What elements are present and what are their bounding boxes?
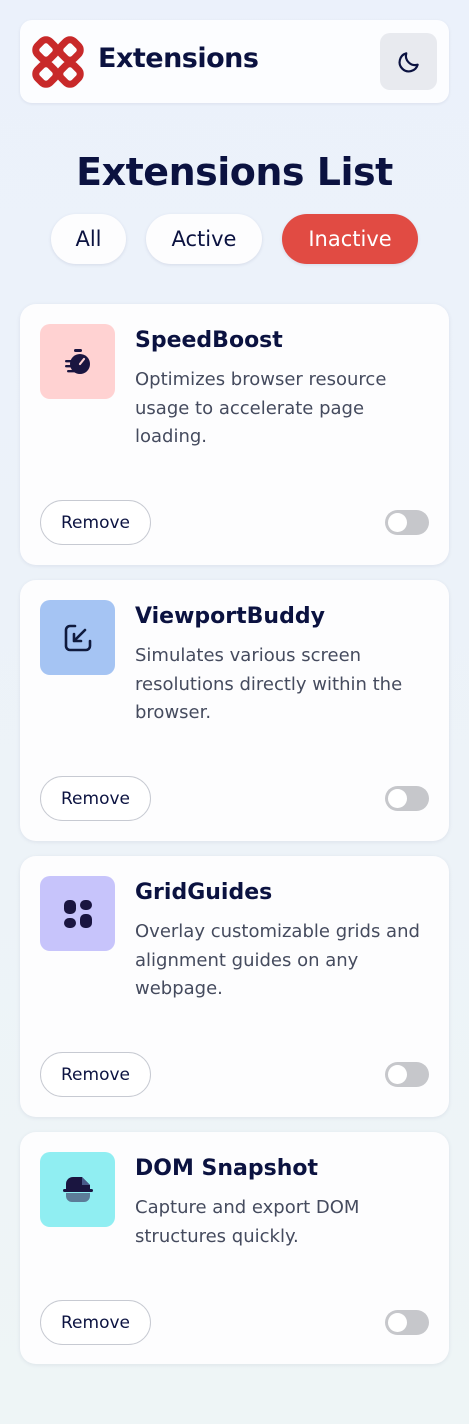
theme-toggle-button[interactable] xyxy=(380,33,437,90)
toggle-knob xyxy=(388,1313,407,1332)
resize-arrow-icon xyxy=(64,624,91,651)
filter-all-button[interactable]: All xyxy=(51,214,126,264)
extension-toggle[interactable] xyxy=(385,510,429,535)
grid-icon xyxy=(63,899,92,928)
remove-button[interactable]: Remove xyxy=(40,1052,151,1097)
extension-icon-tile xyxy=(40,600,115,675)
extension-icon-tile xyxy=(40,1152,115,1227)
extension-name: DOM Snapshot xyxy=(135,1156,319,1181)
extension-toggle[interactable] xyxy=(385,1310,429,1335)
extension-description: Capture and export DOM structures quickl… xyxy=(135,1197,360,1247)
extension-toggle[interactable] xyxy=(385,1062,429,1087)
extension-icon-tile xyxy=(40,324,115,399)
toggle-knob xyxy=(388,789,407,808)
extension-name: ViewportBuddy xyxy=(135,604,325,629)
extension-name: GridGuides xyxy=(135,880,273,905)
snapshot-icon xyxy=(62,1176,93,1202)
filter-inactive-button[interactable]: Inactive xyxy=(282,214,418,264)
toggle-knob xyxy=(388,513,407,532)
extension-card: ViewportBuddy Simulates various screen r… xyxy=(20,580,449,841)
remove-button[interactable]: Remove xyxy=(40,776,151,821)
extension-name: SpeedBoost xyxy=(135,328,283,353)
moon-icon xyxy=(398,51,419,72)
page-title: Extensions List xyxy=(76,150,393,194)
filter-active-button[interactable]: Active xyxy=(146,214,262,264)
extension-card: GridGuides Overlay customizable grids an… xyxy=(20,856,449,1117)
stopwatch-icon xyxy=(64,348,90,374)
extension-icon-tile xyxy=(40,876,115,951)
extension-card: SpeedBoost Optimizes browser resource us… xyxy=(20,304,449,565)
app-header: Extensions xyxy=(20,20,449,103)
extension-description: Overlay customizable grids and alignment… xyxy=(135,921,420,999)
remove-button[interactable]: Remove xyxy=(40,1300,151,1345)
toggle-knob xyxy=(388,1065,407,1084)
logo-icon xyxy=(32,36,84,88)
app-title: Extensions xyxy=(98,43,259,74)
remove-button[interactable]: Remove xyxy=(40,500,151,545)
extension-description: Simulates various screen resolutions dir… xyxy=(135,645,403,723)
extension-card: DOM Snapshot Capture and export DOM stru… xyxy=(20,1132,449,1364)
extension-toggle[interactable] xyxy=(385,786,429,811)
extension-description: Optimizes browser resource usage to acce… xyxy=(135,369,387,447)
